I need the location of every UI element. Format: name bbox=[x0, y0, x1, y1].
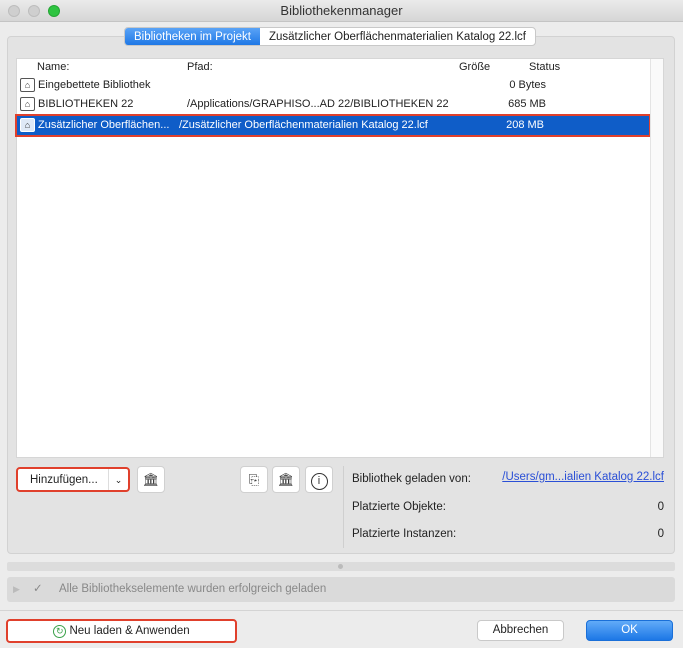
remove-library-button[interactable]: 🏛 bbox=[137, 466, 165, 493]
placed-instances-value: 0 bbox=[657, 528, 664, 540]
reload-apply-button[interactable]: ↻ Neu laden & Anwenden bbox=[6, 619, 237, 643]
status-message: Alle Bibliothekselemente wurden erfolgre… bbox=[59, 583, 327, 595]
library-settings-button[interactable]: 🏛 bbox=[272, 466, 300, 493]
status-bar: ▶ ✓ Alle Bibliothekselemente wurden erfo… bbox=[7, 577, 675, 602]
row-name: Eingebettete Bibliothek bbox=[38, 79, 151, 91]
library-folder-icon: ⌂ bbox=[20, 118, 35, 132]
close-window-button[interactable] bbox=[8, 5, 20, 17]
window-title: Bibliothekenmanager bbox=[280, 3, 403, 18]
placed-instances-label: Platzierte Instanzen: bbox=[352, 528, 457, 540]
loaded-from-link[interactable]: /Users/gm...ialien Katalog 22.lcf bbox=[502, 471, 664, 483]
row-size: 0 Bytes bbox=[509, 79, 546, 91]
tab-bar: Bibliotheken im Projekt Zusätzlicher Obe… bbox=[124, 27, 536, 46]
divider bbox=[343, 466, 344, 548]
import-library-button[interactable]: ⎘ bbox=[240, 466, 268, 493]
info-icon: i bbox=[310, 473, 328, 490]
row-path: /Zusätzlicher Oberflächenmaterialien Kat… bbox=[179, 119, 428, 131]
splitter-handle[interactable] bbox=[7, 562, 675, 571]
column-header-path[interactable]: Pfad: bbox=[187, 61, 213, 73]
minimize-window-button[interactable] bbox=[28, 5, 40, 17]
info-button[interactable]: i bbox=[305, 466, 333, 493]
library-remove-icon: 🏛 bbox=[142, 472, 160, 487]
column-header-status[interactable]: Status bbox=[529, 61, 560, 73]
placed-objects-value: 0 bbox=[657, 501, 664, 513]
divider bbox=[0, 610, 683, 611]
ok-button[interactable]: OK bbox=[586, 620, 673, 641]
table-row[interactable]: ⌂ BIBLIOTHEKEN 22 /Applications/GRAPHISO… bbox=[17, 95, 651, 114]
column-header-name[interactable]: Name: bbox=[37, 61, 69, 73]
reload-icon: ↻ bbox=[53, 625, 67, 638]
row-path: /Applications/GRAPHISO...AD 22/BIBLIOTHE… bbox=[187, 98, 449, 110]
zoom-window-button[interactable] bbox=[48, 5, 60, 17]
checkmark-icon: ✓ bbox=[33, 583, 43, 595]
chevron-down-icon: ⌄ bbox=[108, 469, 128, 490]
add-dropdown[interactable]: Hinzufügen... ⌄ bbox=[16, 467, 130, 492]
table-row[interactable]: ⌂ Eingebettete Bibliothek 0 Bytes bbox=[17, 76, 651, 95]
reload-apply-label: Neu laden & Anwenden bbox=[69, 625, 190, 637]
library-folder-icon: ⌂ bbox=[20, 97, 35, 111]
row-size: 685 MB bbox=[508, 98, 546, 110]
embedded-library-icon: ⌂ bbox=[20, 78, 35, 92]
title-bar: Bibliothekenmanager bbox=[0, 0, 683, 22]
table-row-selected[interactable]: ⌂ Zusätzlicher Oberflächen... /Zusätzlic… bbox=[15, 114, 651, 137]
row-size: 208 MB bbox=[506, 119, 544, 131]
column-header-size[interactable]: Größe bbox=[459, 61, 490, 73]
placed-objects-label: Platzierte Objekte: bbox=[352, 501, 446, 513]
row-name: BIBLIOTHEKEN 22 bbox=[38, 98, 134, 110]
vertical-scrollbar[interactable] bbox=[650, 59, 663, 457]
tab-additional-library[interactable]: Zusätzlicher Oberflächenmaterialien Kata… bbox=[260, 28, 535, 45]
row-name: Zusätzlicher Oberflächen... bbox=[38, 119, 170, 131]
tab-libraries-in-project[interactable]: Bibliotheken im Projekt bbox=[125, 28, 260, 45]
library-import-icon: ⎘ bbox=[248, 472, 260, 487]
disclosure-triangle-icon[interactable]: ▶ bbox=[13, 577, 20, 602]
loaded-from-label: Bibliothek geladen von: bbox=[352, 473, 471, 485]
library-settings-icon: 🏛 bbox=[277, 472, 295, 487]
cancel-button[interactable]: Abbrechen bbox=[477, 620, 564, 641]
add-label: Hinzufügen... bbox=[30, 474, 98, 486]
library-table: Name: Pfad: Größe Status ⌂ Eingebettete … bbox=[15, 58, 664, 458]
